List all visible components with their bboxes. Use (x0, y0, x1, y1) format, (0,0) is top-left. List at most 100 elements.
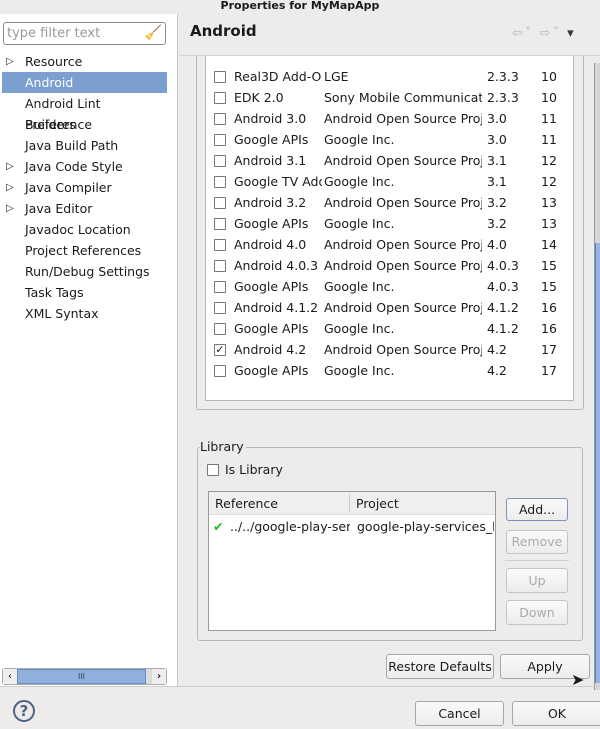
build-target-list[interactable]: Real3D Add-O LGE 2.3.3 10 EDK 2.0 Sony Mobile… (205, 56, 574, 401)
clear-filter-icon[interactable]: 🧹 (145, 25, 162, 41)
target-vendor: Android Open Source Proj (324, 300, 482, 315)
target-name: Google APIs (234, 216, 309, 231)
target-api: 12 (541, 174, 557, 189)
target-checkbox[interactable] (214, 134, 226, 146)
sidebar-item-java-build-path[interactable]: Java Build Path (0, 135, 168, 156)
sidebar-item-xml-syntax[interactable]: XML Syntax (0, 303, 168, 324)
menu-icon[interactable]: ▾ (567, 26, 576, 41)
target-api: 17 (541, 342, 557, 357)
library-group-label: Library (200, 439, 246, 454)
target-row[interactable]: Android 3.0 Android Open Source Proj 3.0 11 (206, 108, 573, 129)
target-vendor: Android Open Source Proj (324, 195, 482, 210)
sidebar-item-java-editor[interactable]: ▷ Java Editor (0, 198, 168, 219)
target-checkbox[interactable] (214, 239, 226, 251)
scroll-right-icon[interactable]: › (152, 669, 166, 684)
target-checkbox[interactable] (214, 260, 226, 272)
is-library-checkbox[interactable]: Is Library (207, 462, 283, 478)
target-row[interactable]: Android 3.1 Android Open Source Proj 3.1 12 (206, 150, 573, 171)
sidebar-item-android-lint-preference[interactable]: Android Lint Preference (0, 93, 168, 132)
target-vendor: Google Inc. (324, 363, 395, 378)
target-vendor: Google Inc. (324, 132, 395, 147)
filter-input[interactable]: type filter text 🧹 (3, 22, 166, 45)
target-row[interactable]: Google APIs Google Inc. 3.0 11 (206, 129, 573, 150)
target-platform: 3.0 (487, 111, 507, 126)
target-platform: 4.1.2 (487, 321, 519, 336)
cancel-button[interactable]: Cancel (415, 701, 504, 726)
target-checkbox[interactable] (214, 113, 226, 125)
ok-button[interactable]: OK (512, 701, 600, 726)
sidebar-item-builders[interactable]: Builders (0, 114, 168, 135)
target-api: 12 (541, 153, 557, 168)
scrollbar-thumb[interactable]: III (17, 669, 146, 684)
filter-placeholder: type filter text (7, 26, 101, 41)
page-title: Android (190, 22, 257, 40)
sidebar-horizontal-scrollbar[interactable]: ‹ III › (2, 668, 167, 685)
target-row[interactable]: Google APIs Google Inc. 4.2 17 (206, 360, 573, 381)
target-row[interactable]: Google APIs Google Inc. 3.2 13 (206, 213, 573, 234)
down-button[interactable]: Down (506, 600, 568, 625)
target-vendor: Android Open Source Proj (324, 237, 482, 252)
checkbox[interactable] (207, 464, 219, 476)
table-row[interactable]: ✔ ../../google-play-serv google-play-ser… (209, 516, 495, 537)
expand-icon[interactable]: ▷ (6, 177, 14, 198)
add-button[interactable]: Add... (506, 498, 568, 521)
target-row[interactable]: EDK 2.0 Sony Mobile Communicati 2.3.3 10 (206, 87, 573, 108)
target-vendor: Android Open Source Proj (324, 342, 482, 357)
sidebar-item-javadoc-location[interactable]: Javadoc Location (0, 219, 168, 240)
sidebar-item-java-compiler[interactable]: ▷ Java Compiler (0, 177, 168, 198)
target-row[interactable]: Android 3.2 Android Open Source Proj 3.2 13 (206, 192, 573, 213)
remove-button[interactable]: Remove (506, 530, 568, 554)
is-library-label: Is Library (225, 462, 283, 477)
up-button[interactable]: Up (506, 568, 568, 593)
forward-icon[interactable]: ⇨˅ (540, 26, 561, 41)
target-row[interactable]: Android 4.0 Android Open Source Proj 4.0 14 (206, 234, 573, 255)
target-api: 17 (541, 363, 557, 378)
target-api: 16 (541, 321, 557, 336)
page-vertical-scrollbar[interactable] (594, 63, 600, 690)
target-name: Google APIs (234, 363, 309, 378)
sidebar-item-java-code-style[interactable]: ▷ Java Code Style (0, 156, 168, 177)
sidebar-item-project-references[interactable]: Project References (0, 240, 168, 261)
library-reference-table[interactable]: Reference Project ✔ ../../google-play-se… (208, 491, 496, 631)
nav-buttons: ⇦˅ ⇨˅ ▾ (512, 26, 576, 41)
target-name: Android 4.0.3 (234, 258, 319, 273)
target-row[interactable]: ✓ Android 4.2 Android Open Source Proj 4.2 1… (206, 339, 573, 360)
target-name: Google APIs (234, 132, 309, 147)
column-project[interactable]: Project (356, 492, 399, 515)
target-row[interactable]: Google TV Add Google Inc. 3.1 12 (206, 171, 573, 192)
target-checkbox[interactable] (214, 155, 226, 167)
target-checkbox[interactable] (214, 197, 226, 209)
sidebar-item-label: Java Editor (25, 201, 93, 216)
target-row[interactable]: Google APIs Google Inc. 4.0.3 15 (206, 276, 573, 297)
scrollbar-thumb[interactable] (595, 243, 600, 683)
target-api: 13 (541, 195, 557, 210)
target-row[interactable]: Google APIs Google Inc. 4.1.2 16 (206, 318, 573, 339)
sidebar-item-run-debug-settings[interactable]: Run/Debug Settings (0, 261, 168, 282)
target-checkbox[interactable] (214, 365, 226, 377)
target-row[interactable]: Real3D Add-O LGE 2.3.3 10 (206, 66, 573, 87)
target-checkbox[interactable] (214, 323, 226, 335)
expand-icon[interactable]: ▷ (6, 51, 14, 72)
target-row[interactable]: Android 4.0.3 Android Open Source Proj 4.0… (206, 255, 573, 276)
sidebar-item-task-tags[interactable]: Task Tags (0, 282, 168, 303)
target-row[interactable]: Android 4.1.2 Android Open Source Proj 4.1… (206, 297, 573, 318)
back-icon[interactable]: ⇦˅ (512, 26, 533, 41)
scroll-left-icon[interactable]: ‹ (3, 669, 17, 684)
restore-defaults-button[interactable]: Restore Defaults (386, 654, 494, 679)
target-checkbox[interactable] (214, 218, 226, 230)
sidebar-item-android[interactable]: Android (2, 72, 167, 93)
target-checkbox[interactable] (214, 302, 226, 314)
expand-icon[interactable]: ▷ (6, 198, 14, 219)
target-checkbox[interactable]: ✓ (214, 344, 226, 356)
sidebar-item-resource[interactable]: ▷ Resource (0, 51, 168, 72)
help-icon[interactable]: ? (13, 700, 35, 722)
target-platform: 2.3.3 (487, 90, 519, 105)
footer-divider (0, 686, 600, 687)
target-checkbox[interactable] (214, 92, 226, 104)
target-vendor: Google Inc. (324, 216, 395, 231)
target-checkbox[interactable] (214, 71, 226, 83)
target-checkbox[interactable] (214, 176, 226, 188)
target-checkbox[interactable] (214, 281, 226, 293)
column-reference[interactable]: Reference (215, 492, 278, 515)
expand-icon[interactable]: ▷ (6, 156, 14, 177)
